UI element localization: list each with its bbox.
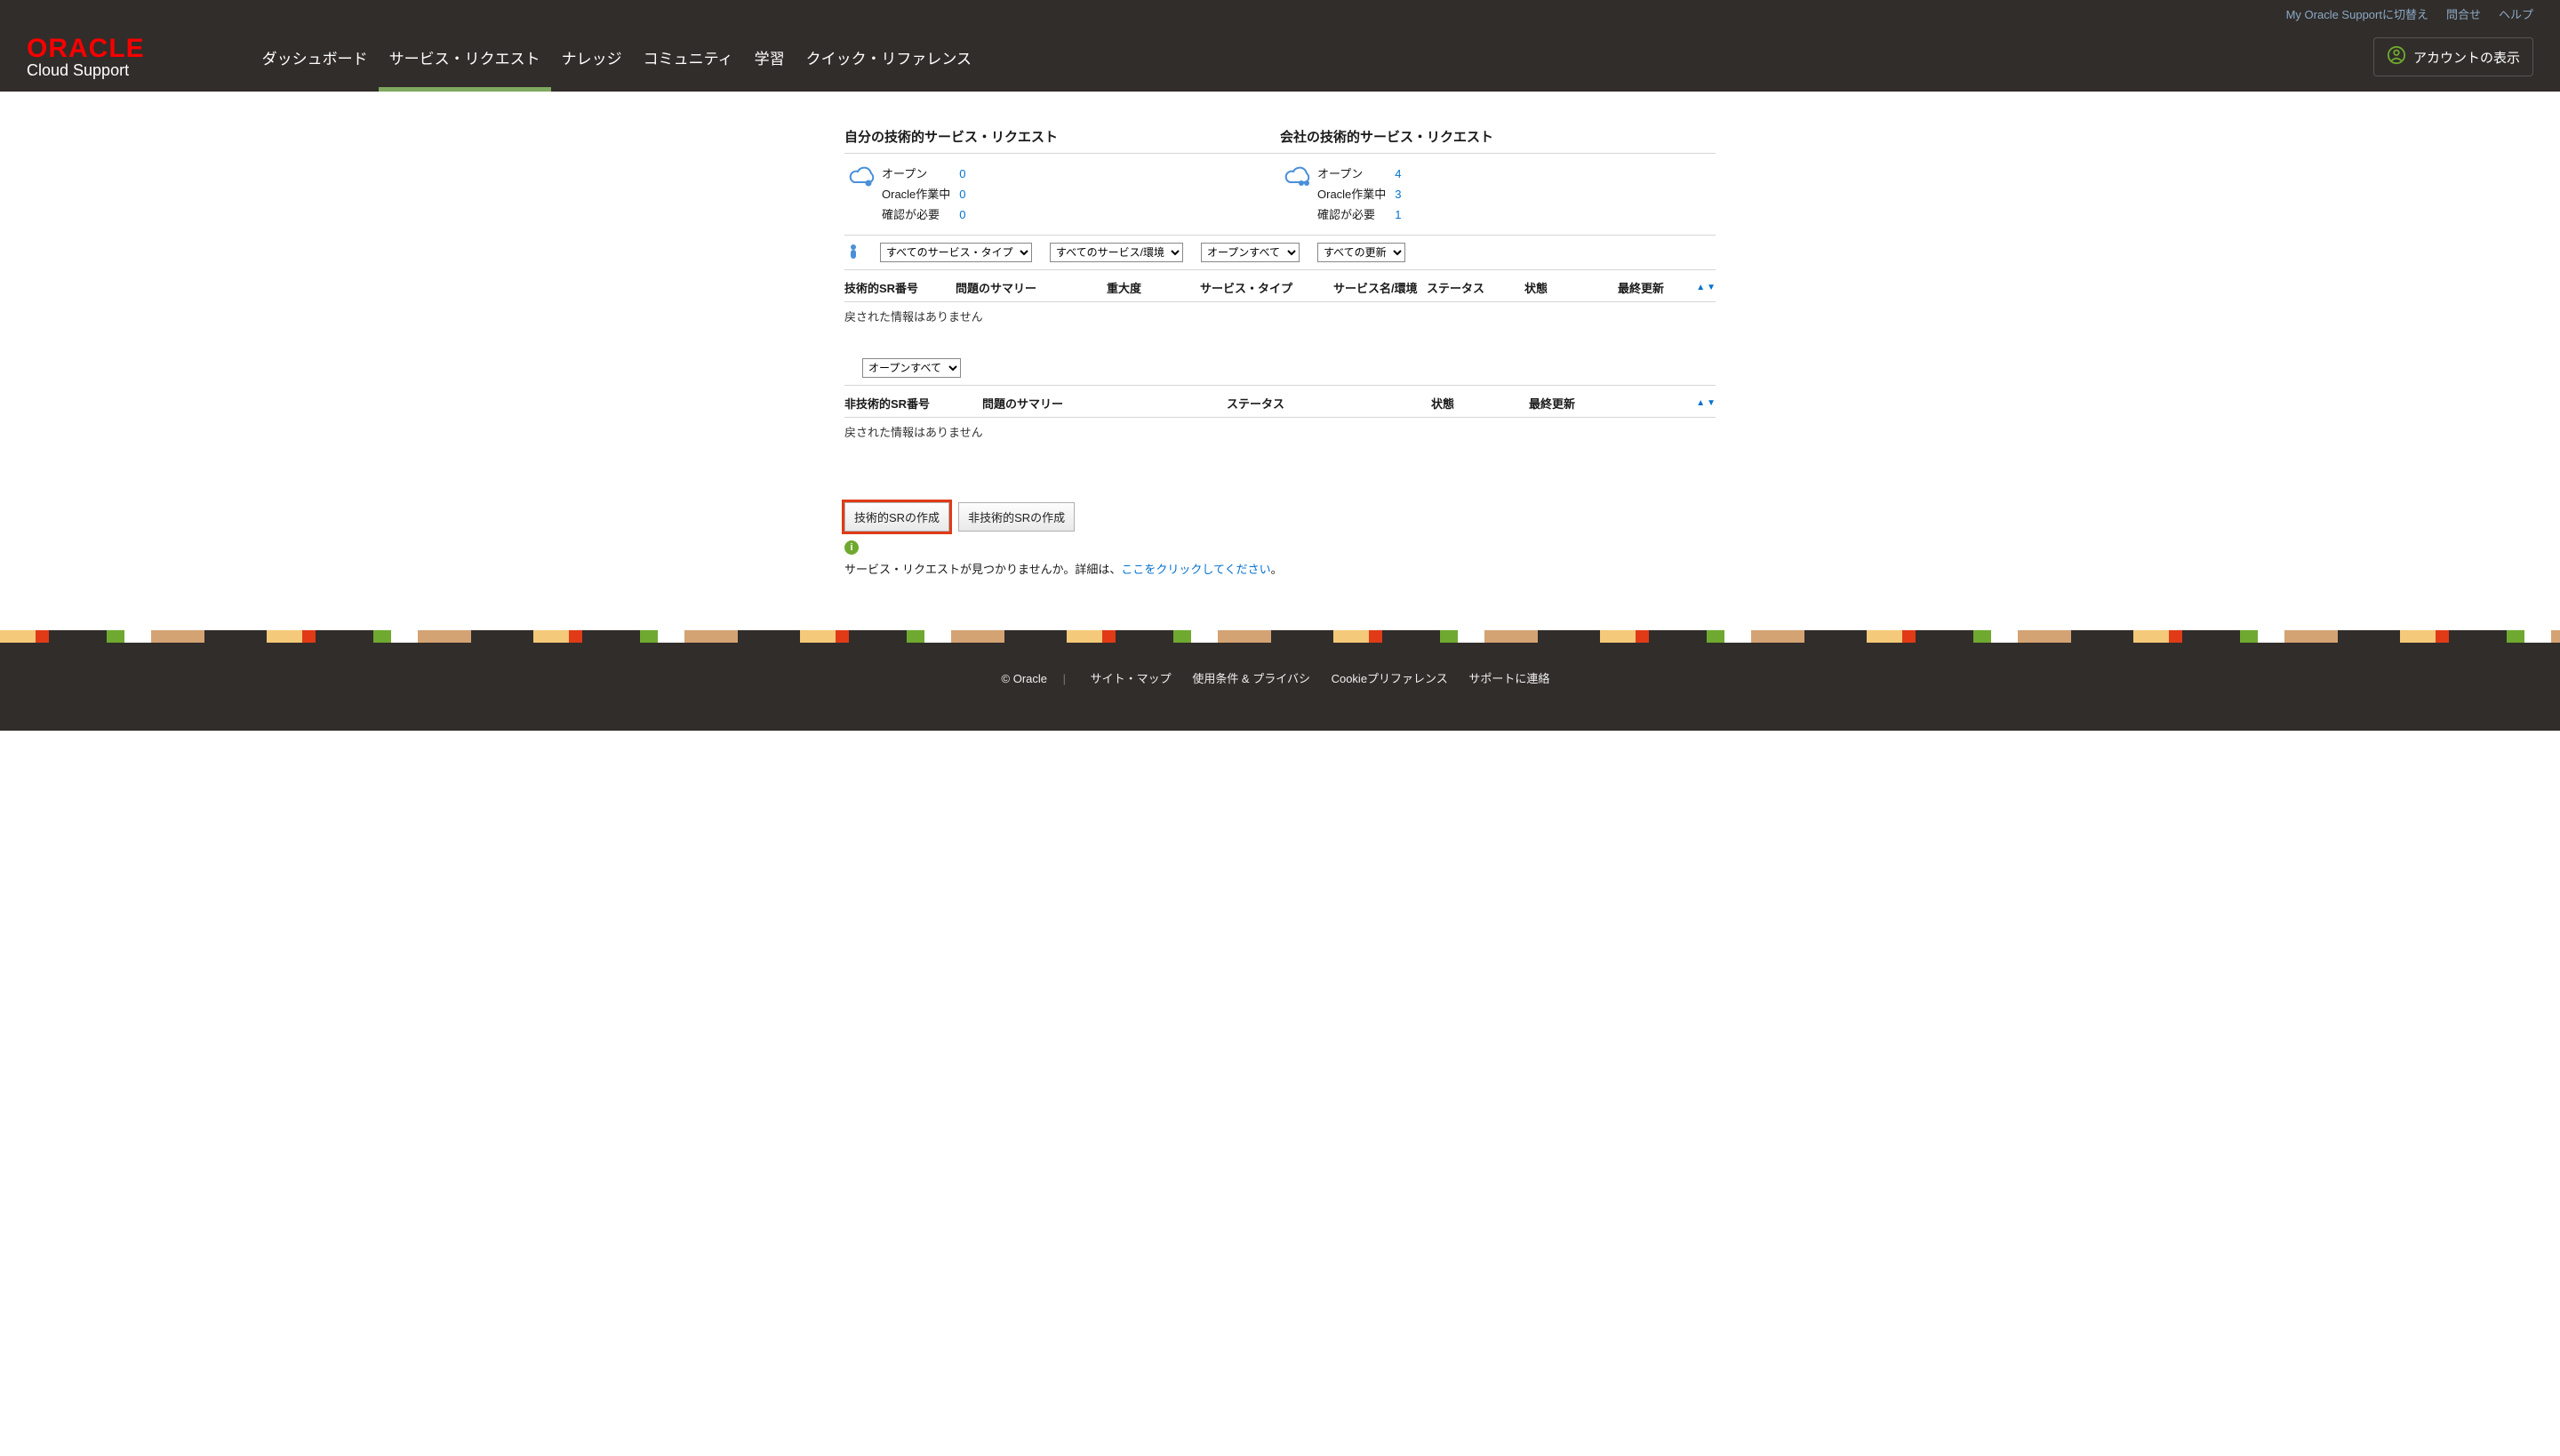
nav-dashboard[interactable]: ダッシュボード — [252, 22, 379, 92]
nav-quick-reference[interactable]: クイック・リファレンス — [796, 22, 982, 92]
filter-service-type[interactable]: すべてのサービス・タイプ — [880, 243, 1032, 262]
sr-help-link[interactable]: ここをクリックしてください — [1121, 563, 1270, 576]
sort-asc-icon-2[interactable]: ▲ — [1696, 398, 1705, 408]
nontech-sr-no-data: 戻された情報はありません — [844, 418, 1716, 467]
tech-sr-table-header: 技術的SR番号 問題のサマリー 重大度 サービス・タイプ サービス名/環境 ステ… — [844, 270, 1716, 302]
account-button[interactable]: アカウントの表示 — [2373, 37, 2533, 76]
company-sr-section: 会社の技術的サービス・リクエスト オープン4 Oracle作業中3 確認が必要1 — [1280, 127, 1716, 235]
nav-knowledge[interactable]: ナレッジ — [551, 22, 633, 92]
col-last-update: 最終更新 — [1618, 279, 1664, 296]
contact-link[interactable]: 問合せ — [2446, 5, 2481, 22]
col-status: ステータス — [1427, 279, 1524, 296]
filter-nontech-open-status[interactable]: オープンすべて — [862, 358, 961, 378]
company-sr-title: 会社の技術的サービス・リクエスト — [1280, 127, 1716, 154]
col-state: 状態 — [1524, 279, 1618, 296]
col2-summary: 問題のサマリー — [982, 395, 1227, 412]
own-sr-section: 自分の技術的サービス・リクエスト オープン0 Oracle作業中0 確認が必要0 — [844, 127, 1280, 235]
sort-desc-icon[interactable]: ▼ — [1707, 283, 1716, 292]
info-icon: i — [844, 540, 859, 555]
sort-desc-icon-2[interactable]: ▼ — [1707, 398, 1716, 408]
filter-service-env[interactable]: すべてのサービス/環境 — [1050, 243, 1183, 262]
col2-status: ステータス — [1227, 395, 1431, 412]
create-tech-sr-button[interactable]: 技術的SRの作成 — [844, 502, 949, 532]
tech-sr-no-data: 戻された情報はありません — [844, 302, 1716, 351]
main-nav: ダッシュボード サービス・リクエスト ナレッジ コミュニティ 学習 クイック・リ… — [252, 22, 982, 92]
copyright: © Oracle — [1002, 672, 1047, 685]
user-icon — [2387, 45, 2413, 68]
footer-sitemap-link[interactable]: サイト・マップ — [1091, 672, 1172, 685]
company-wip-value[interactable]: 3 — [1395, 183, 1401, 204]
nontech-sr-table-header: 非技術的SR番号 問題のサマリー ステータス 状態 最終更新 ▲ ▼ — [844, 385, 1716, 418]
company-wip-label: Oracle作業中 — [1317, 183, 1395, 204]
col-severity: 重大度 — [1107, 279, 1200, 296]
col-service-type: サービス・タイプ — [1200, 279, 1333, 296]
own-wip-label: Oracle作業中 — [882, 183, 959, 204]
sr-not-found-info: サービス・リクエストが見つかりませんか。詳細は、ここをクリックしてください。 — [844, 560, 1716, 577]
decorative-strip — [0, 630, 2560, 643]
company-confirm-label: 確認が必要 — [1317, 204, 1395, 224]
footer-support-link[interactable]: サポートに連絡 — [1468, 672, 1549, 685]
own-open-label: オープン — [882, 163, 959, 183]
col2-sr-number: 非技術的SR番号 — [844, 395, 982, 412]
company-open-label: オープン — [1317, 163, 1395, 183]
own-wip-value[interactable]: 0 — [959, 183, 965, 204]
filter-open-status[interactable]: オープンすべて — [1201, 243, 1300, 262]
company-open-value[interactable]: 4 — [1395, 163, 1401, 183]
cloud-people-icon — [1280, 163, 1317, 189]
own-confirm-label: 確認が必要 — [882, 204, 959, 224]
oracle-wordmark: ORACLE — [27, 36, 145, 60]
col-sr-number: 技術的SR番号 — [844, 279, 956, 296]
person-filter-icon[interactable] — [844, 244, 862, 262]
nav-service-request[interactable]: サービス・リクエスト — [379, 22, 551, 92]
col2-last-update: 最終更新 — [1529, 395, 1575, 412]
own-confirm-value[interactable]: 0 — [959, 204, 965, 224]
col-summary: 問題のサマリー — [956, 279, 1107, 296]
own-open-value[interactable]: 0 — [959, 163, 965, 183]
switch-mos-link[interactable]: My Oracle Supportに切替え — [2286, 5, 2428, 22]
brand-logo[interactable]: ORACLE Cloud Support — [27, 36, 145, 78]
sort-controls: ▲ ▼ — [1696, 283, 1716, 292]
filter-update[interactable]: すべての更新 — [1317, 243, 1405, 262]
col-service-env: サービス名/環境 — [1333, 279, 1427, 296]
footer: © Oracle | サイト・マップ 使用条件 & プライバシ Cookieプリ… — [0, 643, 2560, 731]
cloud-person-icon — [844, 163, 882, 189]
sort-asc-icon[interactable]: ▲ — [1696, 283, 1705, 292]
account-label: アカウントの表示 — [2413, 48, 2520, 67]
col2-state: 状態 — [1431, 395, 1529, 412]
footer-terms-link[interactable]: 使用条件 & プライバシ — [1192, 672, 1310, 685]
nav-community[interactable]: コミュニティ — [633, 22, 744, 92]
filter-row-tech: すべてのサービス・タイプ すべてのサービス/環境 オープンすべて すべての更新 — [844, 235, 1716, 270]
company-confirm-value[interactable]: 1 — [1395, 204, 1401, 224]
help-link[interactable]: ヘルプ — [2499, 5, 2533, 22]
own-sr-title: 自分の技術的サービス・リクエスト — [844, 127, 1280, 154]
footer-cookie-link[interactable]: Cookieプリファレンス — [1332, 672, 1448, 685]
nav-learn[interactable]: 学習 — [744, 22, 796, 92]
sort-controls-2: ▲ ▼ — [1696, 398, 1716, 408]
create-nontech-sr-button[interactable]: 非技術的SRの作成 — [958, 502, 1075, 532]
cloud-support-subtitle: Cloud Support — [27, 62, 145, 78]
